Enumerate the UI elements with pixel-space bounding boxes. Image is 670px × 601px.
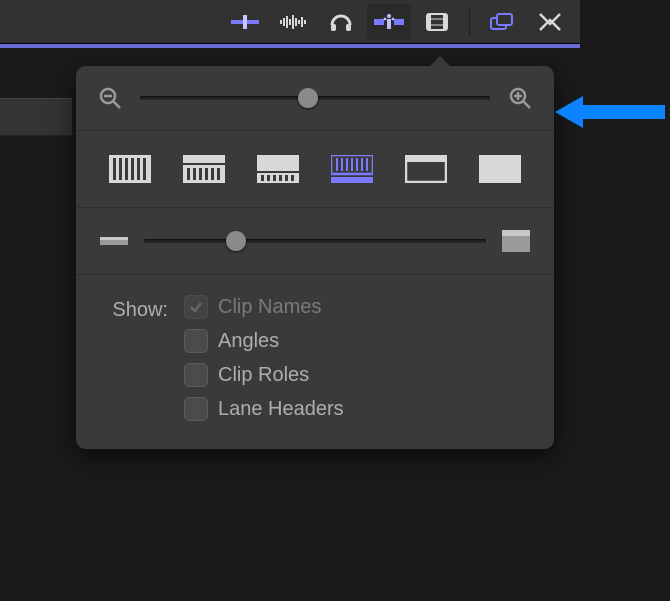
clip-appearance-button[interactable]	[367, 4, 411, 40]
appearance-filmstrip-large-audio[interactable]	[180, 153, 228, 185]
show-options: Clip Names Angles Clip Roles Lane Header…	[184, 295, 344, 421]
checkbox-clip-names	[184, 295, 208, 319]
timeline-index-button[interactable]	[415, 4, 459, 40]
appearance-filmstrip-small-audio[interactable]	[254, 153, 302, 185]
share-button[interactable]	[528, 4, 572, 40]
label-lane-headers: Lane Headers	[218, 398, 344, 421]
show-label: Show:	[96, 295, 168, 421]
label-angles: Angles	[218, 330, 279, 353]
clip-height-small-icon	[100, 230, 128, 252]
clip-height-slider[interactable]	[144, 239, 486, 243]
checkbox-lane-headers[interactable]	[184, 397, 208, 421]
top-toolbar	[0, 0, 580, 44]
timeline-ruler	[0, 44, 580, 48]
appearance-filmstrip-only[interactable]	[106, 153, 154, 185]
callout-arrow	[555, 92, 665, 132]
clip-height-slider-thumb[interactable]	[226, 231, 246, 251]
appearance-mode-row	[76, 131, 554, 207]
label-clip-names: Clip Names	[218, 296, 321, 319]
skimming-button[interactable]	[223, 4, 267, 40]
checkbox-clip-roles[interactable]	[184, 363, 208, 387]
audio-skimming-button[interactable]	[271, 4, 315, 40]
toolbar-separator	[469, 8, 470, 36]
timeline-track-header	[0, 98, 72, 136]
appearance-clip-only[interactable]	[402, 153, 450, 185]
checkbox-angles[interactable]	[184, 329, 208, 353]
zoom-in-icon[interactable]	[506, 84, 534, 112]
zoom-slider-thumb[interactable]	[298, 88, 318, 108]
solo-button[interactable]	[319, 4, 363, 40]
duplicate-window-button[interactable]	[480, 4, 524, 40]
label-clip-roles: Clip Roles	[218, 364, 309, 387]
appearance-solid[interactable]	[476, 153, 524, 185]
clip-height-large-icon	[502, 230, 530, 252]
appearance-split[interactable]	[328, 153, 376, 185]
clip-appearance-popover: Show: Clip Names Angles Clip Roles Lane …	[76, 66, 554, 449]
zoom-out-icon[interactable]	[96, 84, 124, 112]
zoom-slider[interactable]	[140, 96, 490, 100]
